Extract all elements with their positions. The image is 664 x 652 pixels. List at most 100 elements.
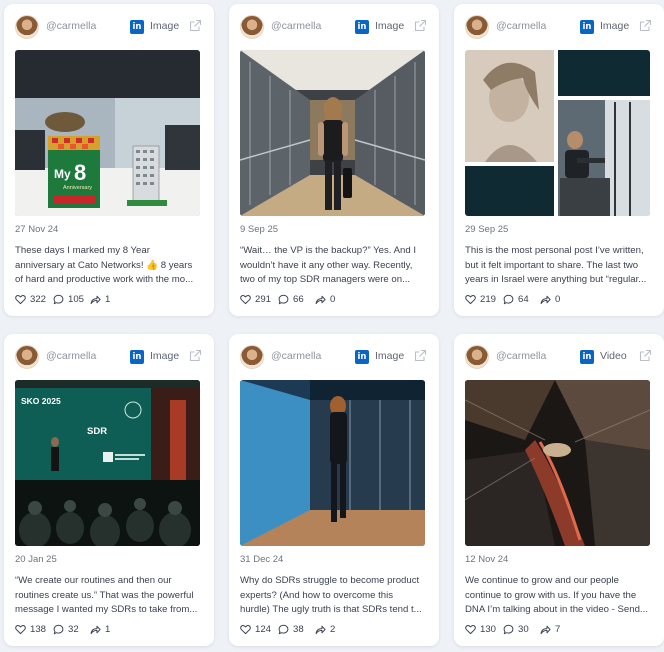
- shares-count: 1: [105, 294, 111, 305]
- post-video[interactable]: [465, 380, 650, 546]
- avatar[interactable]: [465, 15, 489, 39]
- shares-count: 0: [330, 294, 336, 305]
- comments-count: 66: [293, 294, 304, 305]
- likes-count: 219: [480, 294, 497, 305]
- shares-count: 0: [555, 294, 561, 305]
- external-link-icon[interactable]: [638, 348, 653, 363]
- heart-icon: [465, 294, 476, 305]
- post-image[interactable]: SKO 2025 SDR: [15, 380, 200, 546]
- post-text: This is the most personal post I’ve writ…: [465, 245, 647, 285]
- post-image[interactable]: [465, 50, 650, 216]
- avatar[interactable]: [15, 15, 39, 39]
- heart-icon: [15, 294, 26, 305]
- post-card[interactable]: @carmella in Image 31 Dec 24 Why do SDRs…: [229, 334, 439, 646]
- post-header: @carmella in Image: [240, 15, 428, 39]
- linkedin-icon: in: [580, 20, 594, 34]
- post-card[interactable]: @carmella in Image 9 Sep 25 “Wait… the V…: [229, 4, 439, 316]
- comments-count: 105: [68, 294, 85, 305]
- share-arrow-icon: [90, 294, 101, 305]
- external-link-icon[interactable]: [188, 348, 203, 363]
- post-image[interactable]: [240, 50, 425, 216]
- slide-heading-text: SDR: [87, 426, 107, 437]
- linkedin-icon: in: [580, 350, 594, 364]
- likes-count: 124: [255, 624, 272, 635]
- likes-count: 138: [30, 624, 47, 635]
- comments-count: 30: [518, 624, 529, 635]
- avatar[interactable]: [15, 345, 39, 369]
- author-handle[interactable]: @carmella: [271, 350, 321, 362]
- author-handle[interactable]: @carmella: [46, 20, 96, 32]
- comment-bubble-icon: [53, 294, 64, 305]
- post-card[interactable]: @carmella in Image 29 Sep 25 This is the…: [454, 4, 664, 316]
- heart-icon: [240, 624, 251, 635]
- post-type-label: Image: [150, 20, 180, 32]
- share-arrow-icon: [90, 624, 101, 635]
- post-text: We continue to grow and our people conti…: [465, 575, 648, 615]
- share-arrow-icon: [540, 294, 551, 305]
- post-date: 31 Dec 24: [240, 554, 284, 565]
- photo-word-text: Anniversary: [63, 185, 92, 191]
- post-card[interactable]: @carmella in Video 12 Nov 24 We continue…: [454, 334, 664, 646]
- share-arrow-icon: [315, 624, 326, 635]
- post-card[interactable]: @carmella in Image SKO 2025 SDR 20 Jan 2…: [4, 334, 214, 646]
- share-arrow-icon: [315, 294, 326, 305]
- shares-count: 1: [105, 624, 111, 635]
- post-header: @carmella in Video: [465, 345, 653, 369]
- likes-count: 322: [30, 294, 47, 305]
- linkedin-icon: in: [355, 350, 369, 364]
- post-header: @carmella in Image: [465, 15, 653, 39]
- comments-count: 38: [293, 624, 304, 635]
- comment-bubble-icon: [503, 624, 514, 635]
- post-type-label: Image: [375, 350, 405, 362]
- post-header: @carmella in Image: [15, 345, 203, 369]
- linkedin-icon: in: [130, 350, 144, 364]
- post-image[interactable]: My 8 Anniversary: [15, 50, 200, 216]
- author-handle[interactable]: @carmella: [271, 20, 321, 32]
- post-text: These days I marked my 8 Year anniversar…: [15, 245, 194, 285]
- comment-bubble-icon: [53, 624, 64, 635]
- shares-count: 7: [555, 624, 561, 635]
- photo-brand-text: My: [54, 167, 71, 181]
- comment-bubble-icon: [278, 624, 289, 635]
- author-handle[interactable]: @carmella: [46, 350, 96, 362]
- post-date: 27 Nov 24: [15, 224, 59, 235]
- comments-count: 32: [68, 624, 79, 635]
- comments-count: 64: [518, 294, 529, 305]
- heart-icon: [465, 624, 476, 635]
- external-link-icon[interactable]: [413, 348, 428, 363]
- post-text: Why do SDRs struggle to become product e…: [240, 575, 422, 615]
- comment-bubble-icon: [503, 294, 514, 305]
- post-type-label: Image: [600, 20, 630, 32]
- post-date: 20 Jan 25: [15, 554, 57, 565]
- author-handle[interactable]: @carmella: [496, 20, 546, 32]
- post-text: “Wait… the VP is the backup?” Yes. And I…: [240, 245, 416, 285]
- post-header: @carmella in Image: [240, 345, 428, 369]
- external-link-icon[interactable]: [188, 18, 203, 33]
- post-card[interactable]: @carmella in Image My 8 Anniversary 27 N…: [4, 4, 214, 316]
- comment-bubble-icon: [278, 294, 289, 305]
- linkedin-icon: in: [355, 20, 369, 34]
- external-link-icon[interactable]: [413, 18, 428, 33]
- post-date: 9 Sep 25: [240, 224, 279, 235]
- avatar[interactable]: [240, 345, 264, 369]
- heart-icon: [240, 294, 251, 305]
- post-header: @carmella in Image: [15, 15, 203, 39]
- share-arrow-icon: [540, 624, 551, 635]
- post-date: 29 Sep 25: [465, 224, 509, 235]
- shares-count: 2: [330, 624, 336, 635]
- heart-icon: [15, 624, 26, 635]
- likes-count: 291: [255, 294, 272, 305]
- post-type-label: Image: [150, 350, 180, 362]
- post-type-label: Video: [600, 350, 627, 362]
- post-date: 12 Nov 24: [465, 554, 509, 565]
- post-type-label: Image: [375, 20, 405, 32]
- avatar[interactable]: [240, 15, 264, 39]
- post-image[interactable]: [240, 380, 425, 546]
- linkedin-icon: in: [130, 20, 144, 34]
- post-text: “We create our routines and then our rou…: [15, 575, 198, 615]
- author-handle[interactable]: @carmella: [496, 350, 546, 362]
- external-link-icon[interactable]: [638, 18, 653, 33]
- photo-number-text: 8: [74, 160, 86, 185]
- slide-title-text: SKO 2025: [21, 396, 61, 406]
- avatar[interactable]: [465, 345, 489, 369]
